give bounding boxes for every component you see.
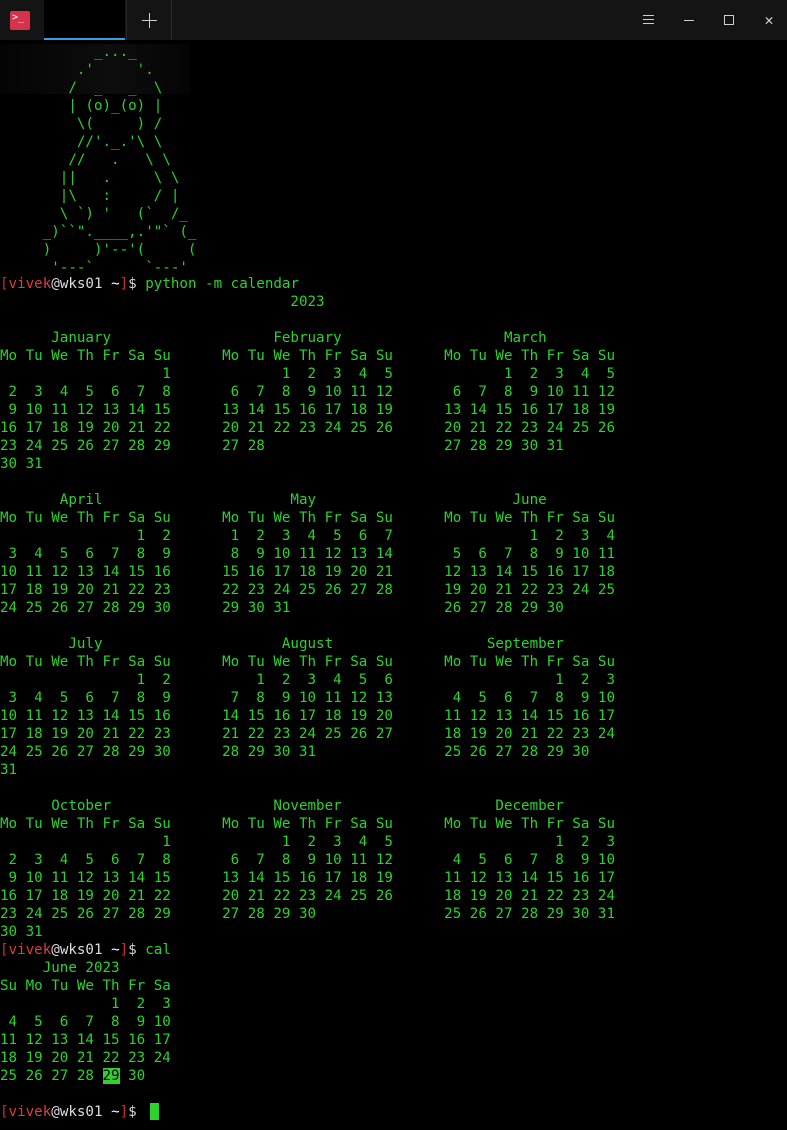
calendar-line: 10 11 12 13 14 15 16 15 16 17 18 19 20 2… [0,564,615,580]
prompt-bracket: ] [119,276,129,292]
calendar-line: October November December [0,798,564,814]
prompt-line: [vivek@wks01 ~]$ cal [0,941,171,959]
month-calendar-line: 25 26 27 28 29 30 [0,1068,146,1084]
calendar-line: 1 1 2 3 4 5 1 2 3 [0,834,615,850]
prompt-line: [vivek@wks01 ~]$ python -m calendar [0,275,299,293]
prompt-bracket: ] [119,942,129,958]
calendar-line: 3 4 5 6 7 8 9 7 8 9 10 11 12 13 4 5 6 7 … [0,690,615,706]
prompt-host: wks01 [59,276,103,292]
today-highlight: 29 [102,1068,120,1084]
calendar-line: Mo Tu We Th Fr Sa Su Mo Tu We Th Fr Sa S… [0,348,615,364]
calendar-line: 31 [0,762,18,778]
calendar-line: 23 24 25 26 27 28 29 27 28 27 28 29 30 3… [0,438,564,454]
prompt-host: wks01 [59,1104,103,1120]
prompt-line: [vivek@wks01 ~]$ [0,1103,145,1121]
calendar-line: 24 25 26 27 28 29 30 28 29 30 31 25 26 2… [0,744,590,760]
calendar-line: January February March [0,330,547,346]
terminal-app-icon[interactable]: >_ [10,11,30,30]
calendar-line: 23 24 25 26 27 28 29 27 28 29 30 25 26 2… [0,906,615,922]
calendar-line: 1 2 1 2 3 4 5 6 1 2 3 [0,672,615,688]
prompt-bracket: [ [0,276,9,292]
calendar-line: 17 18 19 20 21 22 23 22 23 24 25 26 27 2… [0,582,615,598]
month-calendar-line: 18 19 20 21 22 23 24 [0,1050,171,1066]
calendar-line: 16 17 18 19 20 21 22 20 21 22 23 24 25 2… [0,420,615,436]
ascii-art-line: _)``".____,.'"` (_ [0,224,197,240]
calendar-line: 9 10 11 12 13 14 15 13 14 15 16 17 18 19… [0,870,615,886]
ascii-art-line: |\ : / | [0,188,180,204]
ascii-art-line: \( ) / [0,116,163,132]
ascii-art-line: // . \ \ [0,152,171,168]
month-calendar-line: Su Mo Tu We Th Fr Sa [0,978,171,994]
prompt-user: vivek [8,276,52,292]
calendar-line: 10 11 12 13 14 15 16 14 15 16 17 18 19 2… [0,708,615,724]
title-bar: >_ ✕ [0,0,787,40]
terminal-tab[interactable] [44,0,125,40]
ascii-art-line: / _ _ \ [0,80,163,96]
calendar-line: 1 2 1 2 3 4 5 6 7 1 2 3 4 [0,528,615,544]
prompt-at: @ [51,942,60,958]
calendar-line: Mo Tu We Th Fr Sa Su Mo Tu We Th Fr Sa S… [0,816,615,832]
ascii-art-line: ) )'--'( ( [0,242,197,258]
prompt-user: vivek [8,942,52,958]
month-calendar-line: 4 5 6 7 8 9 10 [0,1014,171,1030]
calendar-line: 3 4 5 6 7 8 9 8 9 10 11 12 13 14 5 6 7 8… [0,546,615,562]
prompt-dollar: $ [128,942,146,958]
command-text: python -m calendar [145,276,300,292]
prompt-at: @ [51,1104,60,1120]
ascii-art-line: //'._.'\ \ [0,134,163,150]
prompt-dollar: $ [128,1104,146,1120]
prompt-dollar: $ [128,276,146,292]
calendar-day: 30 [119,1068,146,1084]
close-icon: ✕ [764,11,774,29]
terminal-output[interactable]: _..._ .' '. / _ _ \ | (o)_(o) | \( ) / /… [0,40,787,1130]
minimize-button[interactable] [679,10,699,30]
month-calendar-line: 1 2 3 [0,996,171,1012]
prompt-path: ~ [102,942,120,958]
prompt-bracket: [ [0,1104,9,1120]
calendar-line: July August September [0,636,564,652]
ascii-art-line: .' '. [0,62,154,78]
prompt-path: ~ [102,276,120,292]
prompt-host: wks01 [59,942,103,958]
calendar-line: 2023 [0,294,325,310]
prompt-path: ~ [102,1104,120,1120]
calendar-line: Mo Tu We Th Fr Sa Su Mo Tu We Th Fr Sa S… [0,654,615,670]
month-calendar-line: June 2023 [0,960,120,976]
calendar-line: 2 3 4 5 6 7 8 6 7 8 9 10 11 12 4 5 6 7 8… [0,852,615,868]
prompt-at: @ [51,276,60,292]
calendar-line: 1 1 2 3 4 5 1 2 3 4 5 [0,366,615,382]
prompt-bracket: [ [0,942,9,958]
calendar-line: 17 18 19 20 21 22 23 21 22 23 24 25 26 2… [0,726,615,742]
prompt-bracket: ] [119,1104,129,1120]
calendar-line: 24 25 26 27 28 29 30 29 30 31 26 27 28 2… [0,600,564,616]
calendar-line: April May June [0,492,547,508]
calendar-line: 16 17 18 19 20 21 22 20 21 22 23 24 25 2… [0,888,615,904]
new-tab-button[interactable] [126,0,172,40]
ascii-art-line: _..._ [0,44,137,60]
calendar-line: Mo Tu We Th Fr Sa Su Mo Tu We Th Fr Sa S… [0,510,615,526]
calendar-line: 30 31 [0,456,43,472]
calendar-line: 9 10 11 12 13 14 15 13 14 15 16 17 18 19… [0,402,615,418]
ascii-art-line: | (o)_(o) | [0,98,163,114]
command-text: cal [145,942,171,958]
menu-button[interactable] [639,10,659,30]
month-calendar-line: 11 12 13 14 15 16 17 [0,1032,171,1048]
calendar-line: 2 3 4 5 6 7 8 6 7 8 9 10 11 12 6 7 8 9 1… [0,384,615,400]
close-button[interactable]: ✕ [759,10,779,30]
ascii-art-line: \ `) ' (` /_ [0,206,188,222]
ascii-art-line: || . \ \ [0,170,180,186]
terminal-cursor [150,1103,159,1120]
maximize-button[interactable] [719,10,739,30]
calendar-line: 30 31 [0,924,43,940]
prompt-user: vivek [8,1104,52,1120]
